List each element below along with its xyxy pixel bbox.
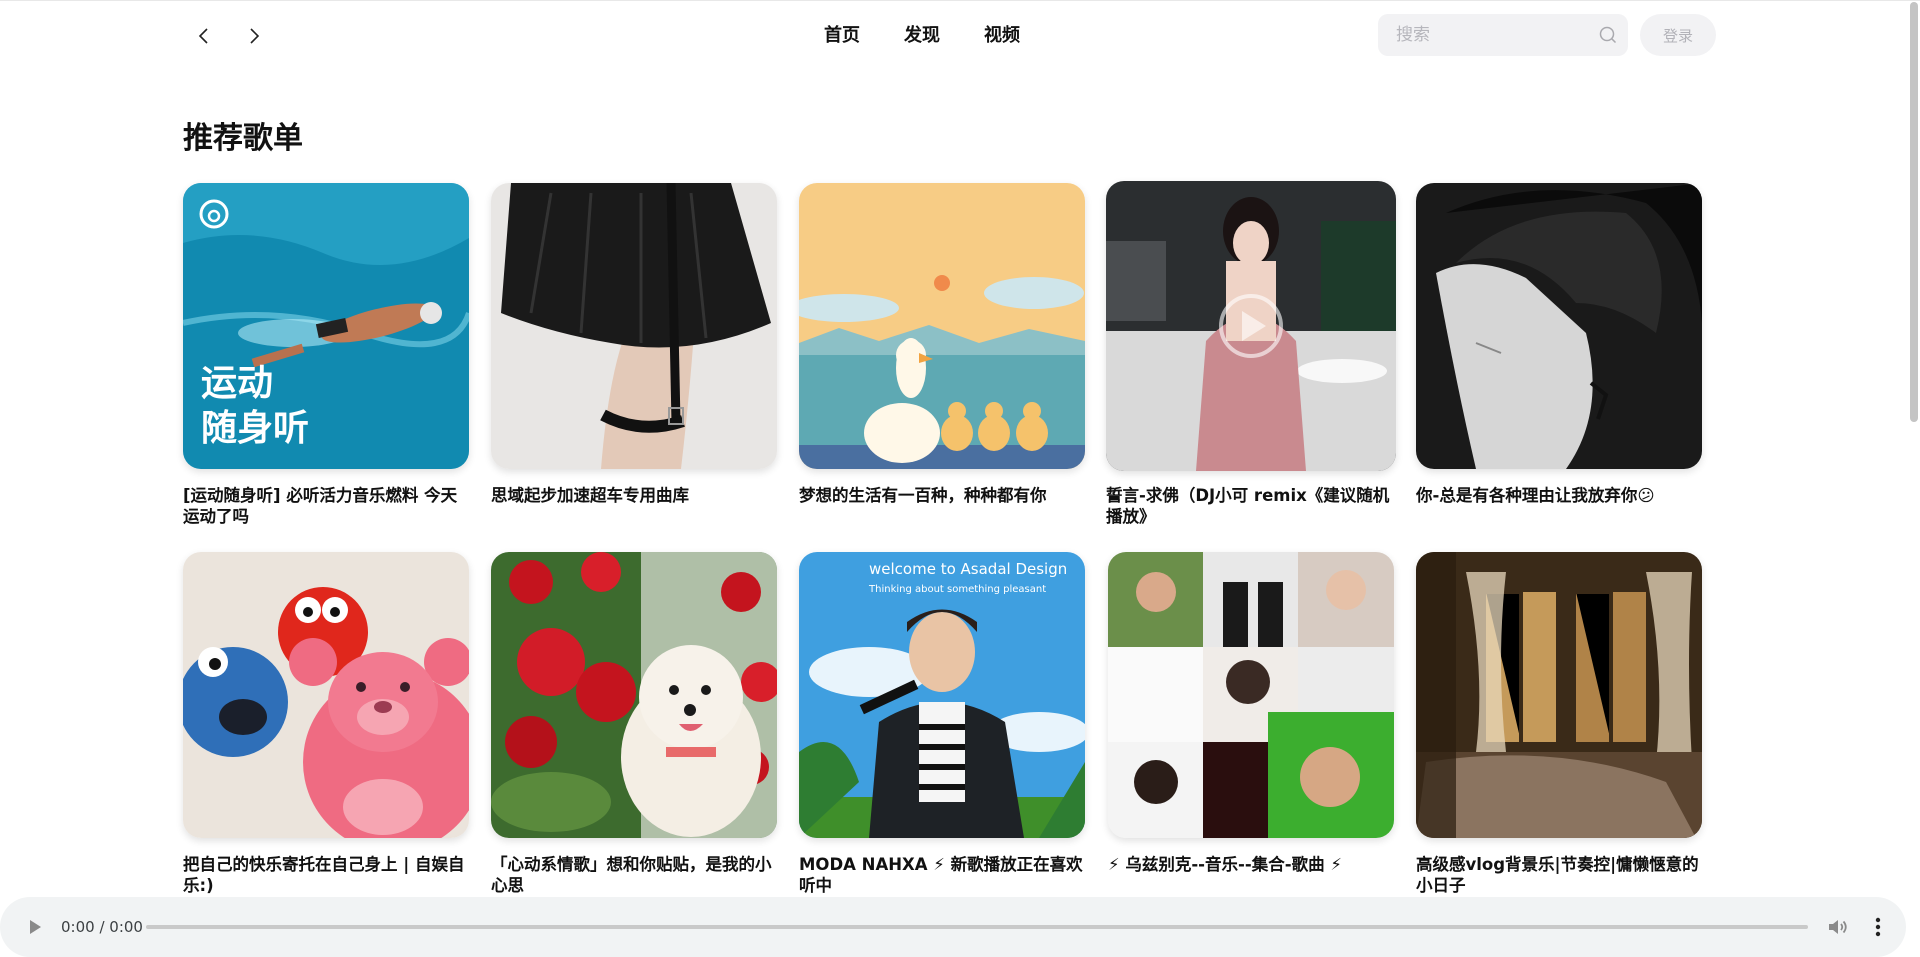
playlist-cover[interactable] <box>183 552 469 838</box>
search-input[interactable] <box>1394 24 1588 46</box>
section-title: 推荐歌单 <box>183 121 303 156</box>
dancer-cover-image <box>1106 181 1396 471</box>
playlist-card[interactable]: ⚡ 乌兹别克--音乐--集合-歌曲 ⚡ <box>1108 552 1394 875</box>
cover-text-line2: 随身听 <box>201 408 309 449</box>
back-button[interactable] <box>188 20 220 52</box>
playlist-title[interactable]: 高级感vlog背景乐|节奏控|慵懒惬意的小日子 <box>1416 854 1702 896</box>
nav-video[interactable]: 视频 <box>984 22 1020 50</box>
playlist-title[interactable]: 梦想的生活有一百种，种种都有你 <box>799 485 1085 506</box>
time-display: 0:00 / 0:00 <box>61 918 143 936</box>
chevron-left-icon <box>198 28 208 44</box>
playlist-cover[interactable]: 运动 随身听 <box>183 183 469 469</box>
dog-roses-cover-image <box>491 552 777 838</box>
search-box <box>1378 14 1628 56</box>
cover-text-line2: Thinking about something pleasant <box>868 584 1046 595</box>
playlist-card[interactable]: 梦想的生活有一百种，种种都有你 <box>799 183 1085 506</box>
plush-toys-cover-image <box>183 552 469 838</box>
playlist-cover[interactable] <box>1106 181 1396 471</box>
bedroom-cover-image <box>1416 552 1702 838</box>
playlist-cover[interactable] <box>1416 552 1702 838</box>
playlist-title[interactable]: ⚡ 乌兹别克--音乐--集合-歌曲 ⚡ <box>1108 854 1394 875</box>
playlist-title[interactable]: 把自己的快乐寄托在自己身上 | 自娱自乐:) <box>183 854 469 896</box>
playlist-title[interactable]: 誓言-求佛（DJ小可 remix《建议随机播放》 <box>1106 485 1396 527</box>
volume-icon[interactable] <box>1826 915 1850 939</box>
playlist-card[interactable]: welcome to Asadal Design Thinking about … <box>799 552 1085 896</box>
playlist-card[interactable]: 把自己的快乐寄托在自己身上 | 自娱自乐:) <box>183 552 469 896</box>
play-button[interactable] <box>15 907 55 947</box>
playlist-card[interactable]: 高级感vlog背景乐|节奏控|慵懒惬意的小日子 <box>1416 552 1702 896</box>
ducks-cover-image <box>799 183 1085 469</box>
playlist-cover[interactable] <box>1416 183 1702 469</box>
playlist-card[interactable]: 「心动系情歌」想和你贴贴，是我的小心思 <box>491 552 777 896</box>
playlist-cover[interactable] <box>491 183 777 469</box>
playlist-title[interactable]: 「心动系情歌」想和你贴贴，是我的小心思 <box>491 854 777 896</box>
audio-player: 0:00 / 0:00 <box>0 897 1906 957</box>
playlist-title[interactable]: MODA NAHXA ⚡ 新歌播放正在喜欢听中 <box>799 854 1085 896</box>
more-options-icon[interactable] <box>1868 915 1888 939</box>
search-icon[interactable] <box>1598 25 1618 45</box>
playlist-title[interactable]: 思域起步加速超车专用曲库 <box>491 485 777 506</box>
collage-cover-image <box>1108 552 1394 838</box>
playlist-cover[interactable] <box>491 552 777 838</box>
nav-discover[interactable]: 发现 <box>904 22 940 50</box>
cover-text-line1: welcome to Asadal Design <box>869 560 1067 578</box>
scrollbar-thumb[interactable] <box>1910 2 1918 422</box>
cover-text-line1: 运动 <box>201 363 273 404</box>
main-nav: 首页 发现 视频 <box>824 22 1020 50</box>
vertical-scrollbar[interactable] <box>1908 0 1920 897</box>
playlist-card[interactable]: 运动 随身听 [运动随身听] 必听活力音乐燃料 今天运动了吗 <box>183 183 469 527</box>
login-button[interactable]: 登录 <box>1640 14 1716 56</box>
playlist-cover[interactable] <box>799 183 1085 469</box>
playlist-card[interactable]: 思域起步加速超车专用曲库 <box>491 183 777 506</box>
forward-button[interactable] <box>238 20 270 52</box>
singer-cover-image: welcome to Asadal Design Thinking about … <box>799 552 1085 838</box>
nav-home[interactable]: 首页 <box>824 22 860 50</box>
skirt-cover-image <box>491 183 777 469</box>
playlist-cover[interactable]: welcome to Asadal Design Thinking about … <box>799 552 1085 838</box>
playlist-cover[interactable] <box>1108 552 1394 838</box>
playlist-title[interactable]: [运动随身听] 必听活力音乐燃料 今天运动了吗 <box>183 485 469 527</box>
playlist-card-hover[interactable]: 誓言-求佛（DJ小可 remix《建议随机播放》 <box>1106 181 1396 527</box>
chevron-right-icon <box>250 28 260 44</box>
swimmer-cover-image: 运动 随身听 <box>183 183 469 469</box>
top-header: 首页 发现 视频 登录 <box>0 0 1920 72</box>
progress-slider[interactable] <box>146 925 1808 929</box>
anime-cover-image <box>1416 183 1702 469</box>
playlist-title[interactable]: 你-总是有各种理由让我放弃你😕 <box>1416 485 1702 506</box>
playlist-card[interactable]: 你-总是有各种理由让我放弃你😕 <box>1416 183 1702 506</box>
play-icon <box>30 920 41 934</box>
